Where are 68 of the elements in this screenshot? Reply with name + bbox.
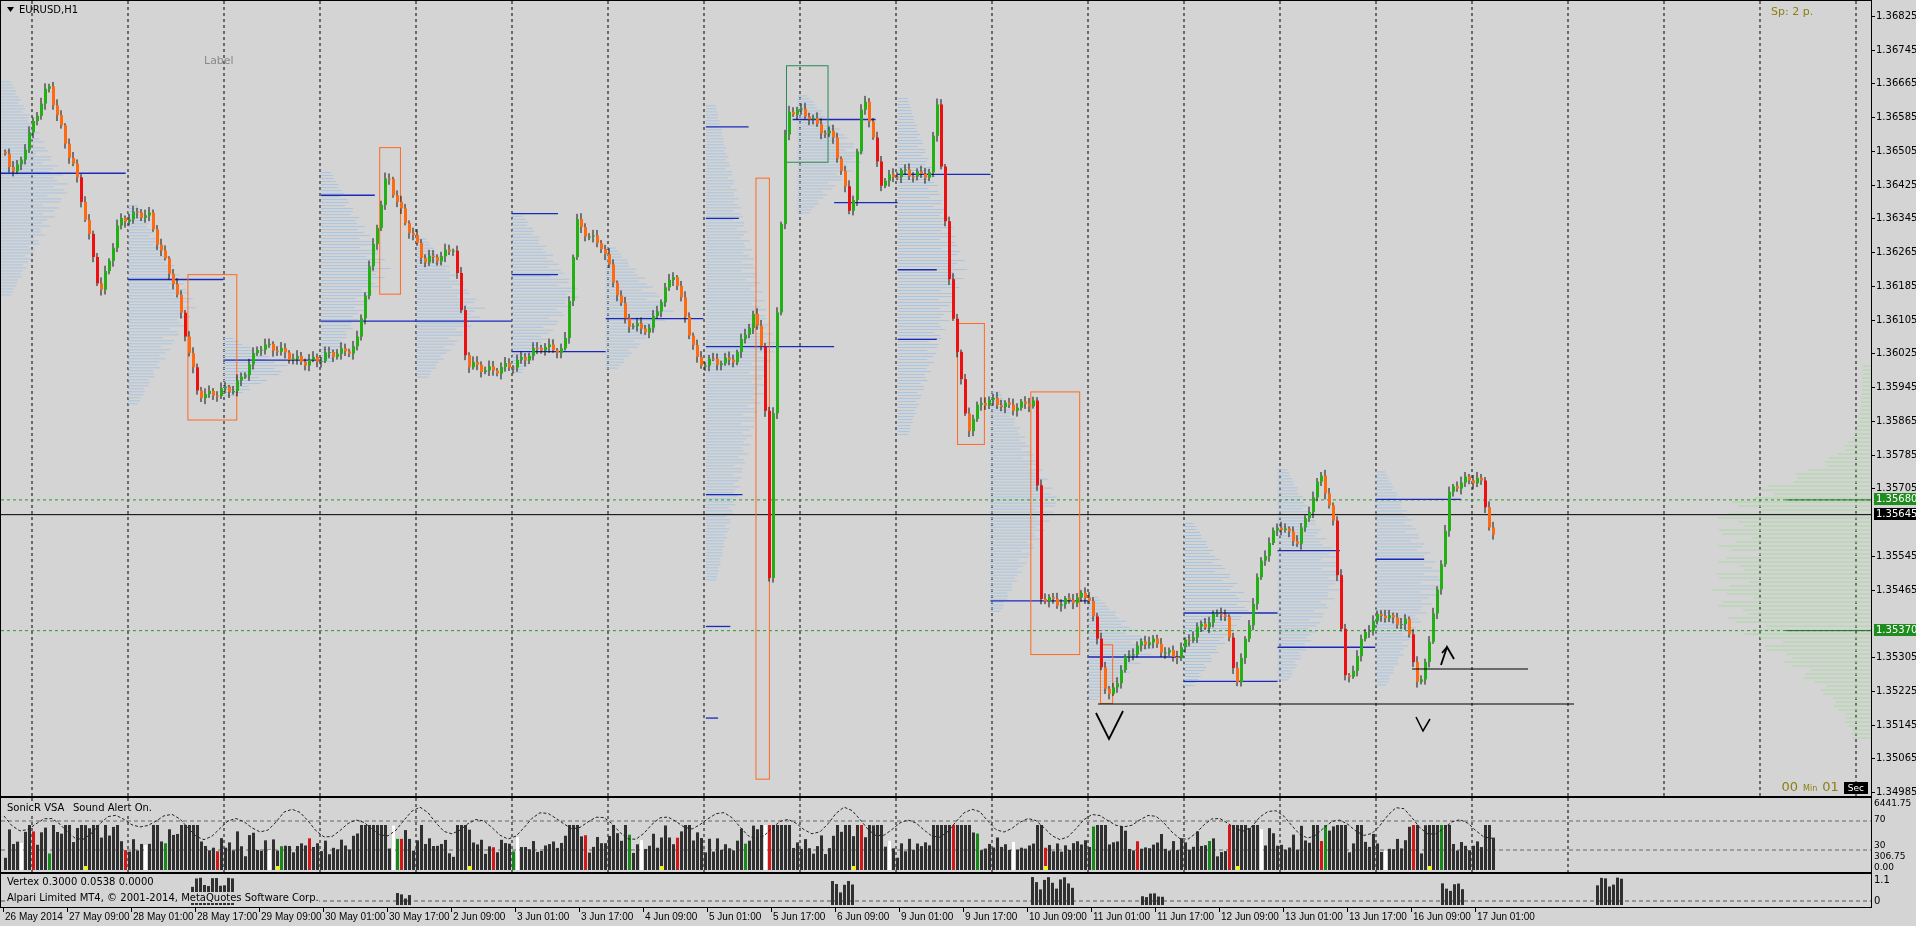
time-axis-label: 13 Jun 01:00: [1285, 911, 1343, 922]
price-axis-label: 1.35145: [1876, 718, 1916, 731]
price-axis-label: 1.36825: [1876, 10, 1916, 22]
indicator-axis-label: 30: [1874, 840, 1886, 850]
time-axis-label: 11 Jun 01:00: [1093, 911, 1151, 922]
price-axis-label: 1.36345: [1876, 212, 1916, 225]
time-axis-label: 13 Jun 17:00: [1349, 911, 1407, 922]
time-axis-label: 11 Jun 17:00: [1157, 911, 1215, 922]
price-axis-label: 1.35785: [1876, 448, 1916, 461]
price-axis-label: 1.36105: [1876, 313, 1916, 326]
indicator-axis-label: 1.1: [1874, 874, 1890, 886]
time-axis-label: 28 May 01:00: [133, 911, 194, 922]
indicator-title: SonicR VSA: [7, 802, 65, 813]
price-axis-label: 1.35065: [1876, 752, 1916, 765]
time-axis-label: 17 Jun 01:00: [1477, 911, 1535, 922]
time-axis-label: 30 May 01:00: [325, 911, 386, 922]
indicator-axis-label: 70: [1874, 814, 1886, 824]
price-axis-label: 1.36025: [1876, 347, 1916, 360]
time-axis-label: 9 Jun 17:00: [965, 911, 1018, 922]
price-axis-label: 1.36745: [1876, 43, 1916, 56]
time-axis-label: 29 May 09:00: [261, 911, 322, 922]
copyright-text: Alpari Limited MT4, © 2001-2014, MetaQuotes Software Corp.: [7, 892, 319, 903]
time-axis-label: 27 May 09:00: [69, 911, 130, 922]
time-axis-label: 6 Jun 09:00: [837, 911, 890, 922]
indicator-axis-label: 6441.75: [1874, 798, 1912, 808]
price-tag: 1.35645: [1874, 507, 1916, 520]
time-axis-label: 26 May 2014: [5, 911, 63, 922]
price-axis-label: 1.36585: [1876, 111, 1916, 124]
time-axis-label: 5 Jun 01:00: [709, 911, 762, 922]
price-tag: 1.35680: [1874, 492, 1916, 505]
timer-unit: Min: [1803, 784, 1818, 793]
indicator-axis-label: 0.00: [1874, 862, 1895, 872]
price-axis-label: 1.35545: [1876, 549, 1916, 562]
indicator-status: Sound Alert On.: [73, 802, 153, 813]
price-axis-label: 1.36665: [1876, 77, 1916, 90]
chart-title: EURUSD,H1: [19, 4, 78, 15]
time-axis-label: 5 Jun 17:00: [773, 911, 826, 922]
time-axis-label: 16 Jun 09:00: [1413, 911, 1471, 922]
time-axis-label: 28 May 17:00: [197, 911, 258, 922]
timer-unit: Sec: [1843, 782, 1868, 794]
price-axis-label: 1.36505: [1876, 144, 1916, 157]
price-axis-label: 1.36185: [1876, 279, 1916, 292]
price-axis-label: 1.35225: [1876, 684, 1916, 697]
price-axis-label: 1.35945: [1876, 381, 1916, 394]
spread-text: Sp: 2 p.: [1771, 5, 1814, 18]
indicator-title: Vertex 0.3000 0.0538 0.0000: [7, 876, 154, 887]
price-axis-label: 1.36265: [1876, 246, 1916, 259]
time-axis-label: 4 Jun 09:00: [645, 911, 698, 922]
price-tag: 1.35370: [1874, 623, 1916, 636]
price-axis-label: 1.35865: [1876, 414, 1916, 427]
price-axis-label: 1.34985: [1876, 786, 1916, 798]
price-axis-label: 1.35705: [1876, 482, 1916, 494]
time-axis-label: 3 Jun 17:00: [581, 911, 634, 922]
price-axis-label: 1.36425: [1876, 178, 1916, 191]
time-axis-label: 2 Jun 09:00: [453, 911, 506, 922]
time-axis-label: 12 Jun 09:00: [1221, 911, 1279, 922]
indicator-axis-label: 306.75: [1874, 851, 1906, 861]
timer-seconds: 01: [1822, 779, 1839, 794]
dropdown-triangle-icon[interactable]: [7, 7, 14, 12]
time-axis-label: 30 May 17:00: [389, 911, 450, 922]
time-axis-label: 10 Jun 09:00: [1029, 911, 1087, 922]
chart-label: Label: [204, 54, 234, 67]
timer-minutes: 00: [1781, 779, 1799, 794]
price-axis-label: 1.35305: [1876, 651, 1916, 664]
indicator-axis-label: 0: [1874, 895, 1881, 907]
price-axis-label: 1.35465: [1876, 583, 1916, 596]
time-axis-label: 3 Jun 01:00: [517, 911, 570, 922]
time-axis-label: 9 Jun 01:00: [901, 911, 954, 922]
